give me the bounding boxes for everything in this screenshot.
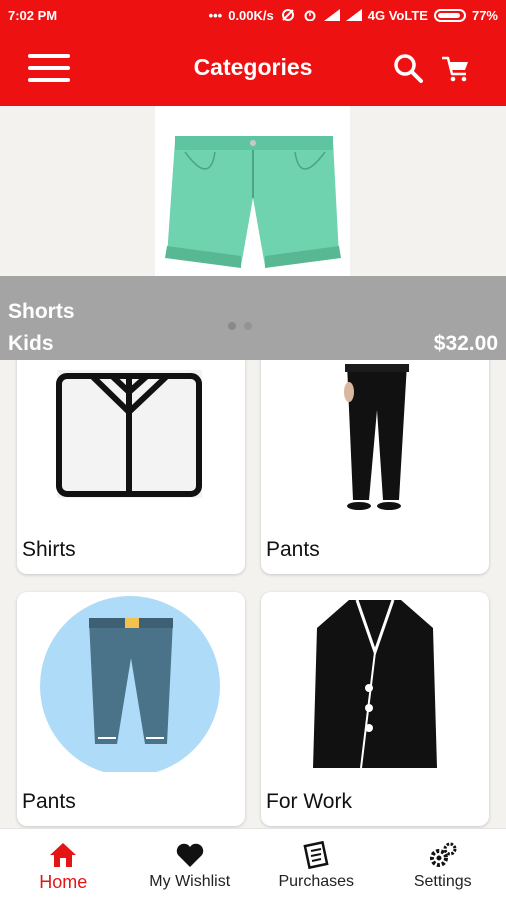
jeans-icon (40, 596, 220, 772)
net-speed: 0.00K/s (228, 7, 274, 23)
category-card-pants-2[interactable]: Pants (17, 592, 245, 826)
banner-product-name: Shorts (8, 300, 75, 323)
heart-icon (176, 843, 203, 867)
search-icon[interactable] (392, 52, 424, 84)
banner-product-price: $32.00 (433, 332, 498, 355)
data-saver-icon (281, 9, 294, 21)
pants-photo (344, 364, 409, 510)
category-label: For Work (266, 790, 352, 813)
gears-icon (429, 842, 457, 867)
shorts-image (165, 136, 341, 268)
network-type: 4G VoLTE (367, 7, 428, 23)
shopping-cart-icon[interactable] (440, 52, 472, 84)
status-bar: 7:02 PM ••• 0.00K/s 4G VoLTE 77% (0, 0, 506, 30)
receipt-icon (303, 841, 329, 869)
category-label: Shirts (22, 538, 76, 561)
banner-caption: Shorts Kids $32.00 (0, 276, 506, 360)
nav-label: Home (39, 872, 88, 892)
shirt-icon (56, 370, 202, 498)
category-grid: Shirts Pants Pants For Work (0, 360, 506, 828)
featured-product-image (155, 106, 350, 276)
featured-banner[interactable]: Shorts Kids $32.00 (0, 106, 506, 360)
nav-purchases[interactable]: Purchases (253, 829, 380, 900)
nav-wishlist[interactable]: My Wishlist (127, 829, 254, 900)
nav-settings[interactable]: Settings (380, 829, 506, 900)
battery-level: 77% (471, 7, 498, 23)
category-card-for-work[interactable]: For Work (261, 592, 489, 826)
blazer-icon (313, 599, 437, 769)
status-dots: ••• (208, 7, 223, 23)
nav-label: Purchases (278, 873, 355, 890)
page-title: Categories (193, 54, 313, 80)
home-icon (50, 843, 77, 867)
carousel-dot[interactable] (228, 322, 236, 330)
signal-icon (323, 9, 340, 21)
banner-product-category: Kids (8, 332, 54, 355)
category-card-pants-1[interactable]: Pants (261, 360, 489, 574)
signal-icon-2 (345, 9, 362, 21)
category-label: Pants (22, 790, 76, 813)
bottom-navigation: Home My Wishlist Purchases Settings (0, 828, 506, 900)
status-indicators: ••• 0.00K/s 4G VoLTE 77% (209, 8, 498, 23)
status-time: 7:02 PM (8, 7, 58, 23)
nav-label: My Wishlist (149, 873, 231, 890)
carousel-dot[interactable] (244, 322, 252, 330)
alarm-icon (304, 10, 316, 21)
nav-label: Settings (413, 873, 472, 890)
battery-icon (433, 8, 466, 22)
category-card-shirts[interactable]: Shirts (17, 360, 245, 574)
nav-home[interactable]: Home (0, 829, 127, 900)
app-bar: Categories (0, 30, 506, 106)
category-label: Pants (266, 538, 320, 561)
